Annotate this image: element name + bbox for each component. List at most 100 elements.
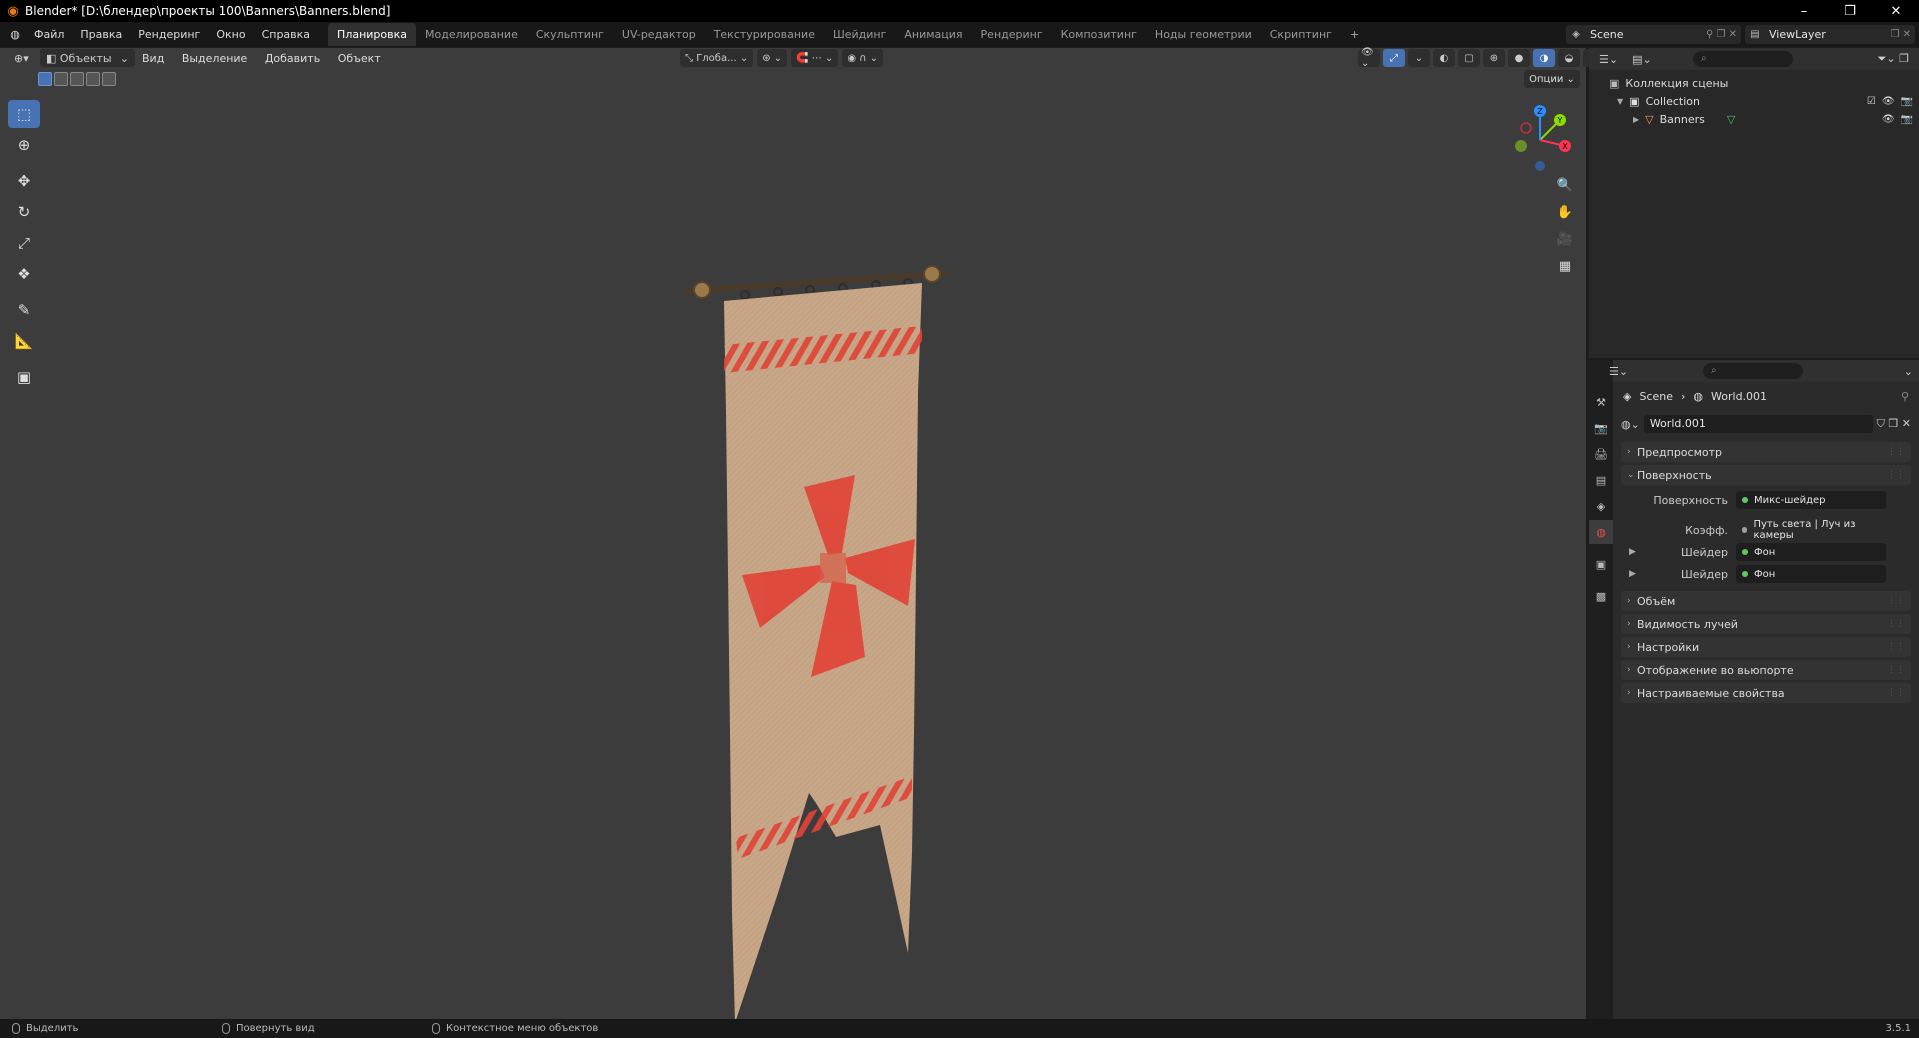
solid-shading[interactable]: ●	[1508, 49, 1530, 67]
rotate-tool-icon[interactable]: ↻	[8, 198, 40, 226]
panel-ray-visibility[interactable]: › Видимость лучей ⋮⋮	[1621, 614, 1911, 634]
tab-compositing[interactable]: Композитинг	[1052, 23, 1146, 46]
panel-settings[interactable]: › Настройки ⋮⋮	[1621, 637, 1911, 657]
transform-tool-icon[interactable]: ❖	[8, 260, 40, 288]
shader2-field[interactable]: Фон	[1736, 565, 1886, 583]
tab-scripting[interactable]: Скриптинг	[1261, 23, 1341, 46]
factor-field[interactable]: Путь света | Луч из камеры	[1736, 519, 1886, 541]
expand-right-icon[interactable]: ▶	[1629, 569, 1636, 579]
mode-selector[interactable]: ◧ Объекты ⌄	[40, 49, 135, 67]
tab-uv-editing[interactable]: UV-редактор	[613, 23, 705, 46]
menu-add[interactable]: Добавить	[258, 52, 327, 65]
gizmo-toggle[interactable]: ⤢	[1383, 49, 1405, 67]
gizmo-dropdown[interactable]: ⌄	[1408, 49, 1430, 67]
breadcrumb-scene[interactable]: Scene	[1639, 390, 1673, 403]
neg-z-axis-handle[interactable]	[1535, 161, 1545, 171]
tab-shading[interactable]: Шейдинг	[824, 23, 895, 46]
tab-rendering[interactable]: Рендеринг	[972, 23, 1052, 46]
navigation-gizmo[interactable]: Z Y X	[1500, 98, 1580, 178]
panel-volume[interactable]: › Объём ⋮⋮	[1621, 591, 1911, 611]
menu-file[interactable]: Файл	[26, 22, 72, 47]
menu-render[interactable]: Рендеринг	[130, 22, 208, 47]
annotate-tool-icon[interactable]: ✎	[8, 296, 40, 324]
world-datablock-field[interactable]: ◍⌄ World.001 ⛉ ❐ ✕	[1621, 414, 1911, 434]
proportional-editing[interactable]: ◉ ∩ ⌄	[842, 49, 884, 67]
tab-geometry-nodes[interactable]: Ноды геометрии	[1146, 23, 1261, 46]
menu-window[interactable]: Окно	[208, 22, 253, 47]
outliner-editor-icon[interactable]: ☰⌄	[1599, 53, 1618, 66]
overlay-toggle[interactable]: ◐	[1433, 49, 1455, 67]
properties-editor-icon[interactable]: ☰⌄	[1609, 365, 1628, 378]
measure-tool-icon[interactable]: 📐	[8, 327, 40, 355]
rendered-shading[interactable]: ◒	[1558, 49, 1580, 67]
minimize-button[interactable]: –	[1781, 0, 1827, 22]
scale-tool-icon[interactable]: ⤢	[8, 229, 40, 257]
maximize-button[interactable]: ❐	[1827, 0, 1873, 22]
add-cube-tool-icon[interactable]: ▣	[8, 363, 40, 391]
neg-y-axis-handle[interactable]	[1515, 140, 1527, 152]
expand-right-icon[interactable]: ▶	[1633, 115, 1639, 124]
camera-render-icon[interactable]: 📷	[1901, 96, 1913, 107]
outliner-collection-row[interactable]: ▼ ▣ Collection ☑ 👁 📷	[1589, 92, 1919, 110]
checkbox-icon[interactable]: ☑	[1867, 96, 1876, 107]
select-extend-icon[interactable]	[54, 72, 68, 86]
panel-preview[interactable]: › Предпросмотр ⋮⋮	[1621, 442, 1911, 462]
select-new-icon[interactable]	[38, 72, 52, 86]
snap-toggle[interactable]: 🧲 ⋯ ⌄	[791, 49, 839, 67]
options-dropdown[interactable]: Опции ⌄	[1524, 70, 1580, 88]
panel-viewport-display[interactable]: › Отображение во вьюпорте ⋮⋮	[1621, 660, 1911, 680]
viewlayer-actions-icon[interactable]: ❐ ✕	[1886, 29, 1915, 40]
eye-icon[interactable]: 👁	[1882, 96, 1895, 107]
drag-handle-icon[interactable]: ⋮⋮	[1887, 665, 1905, 675]
wireframe-shading[interactable]: ⊕	[1483, 49, 1505, 67]
add-workspace-button[interactable]: +	[1341, 23, 1368, 46]
menu-view[interactable]: Вид	[135, 52, 171, 65]
xray-toggle[interactable]: ▢	[1458, 49, 1480, 67]
select-invert-icon[interactable]	[86, 72, 100, 86]
3d-viewport[interactable]: ⊕▾ ◧ Объекты ⌄ Вид Выделение Добавить Об…	[0, 47, 1605, 1023]
world-tab-icon[interactable]: ◍	[1589, 520, 1613, 544]
drag-handle-icon[interactable]: ⋮⋮	[1887, 619, 1905, 629]
tab-modeling[interactable]: Моделирование	[416, 23, 527, 46]
drag-handle-icon[interactable]: ⋮⋮	[1887, 688, 1905, 698]
menu-edit[interactable]: Правка	[72, 22, 130, 47]
tab-layout[interactable]: Планировка	[328, 23, 417, 46]
drag-handle-icon[interactable]: ⋮⋮	[1887, 470, 1905, 480]
collection-tab-icon[interactable]: ▣	[1589, 552, 1613, 576]
select-box-tool-icon[interactable]: ⬚	[8, 100, 40, 128]
banner-object[interactable]	[670, 213, 960, 1038]
drag-handle-icon[interactable]: ⋮⋮	[1887, 642, 1905, 652]
outliner-scene-collection[interactable]: ▣ Коллекция сцены	[1589, 74, 1919, 92]
surface-shader-field[interactable]: Микс-шейдер	[1736, 491, 1886, 509]
select-subtract-icon[interactable]	[70, 72, 84, 86]
pin-icon[interactable]: ⚲ ❐ ✕	[1702, 29, 1741, 40]
world-name-input[interactable]: World.001	[1643, 415, 1873, 433]
breadcrumb-world[interactable]: World.001	[1711, 390, 1767, 403]
panel-custom-properties[interactable]: › Настраиваемые свойства ⋮⋮	[1621, 683, 1911, 703]
close-button[interactable]: ✕	[1873, 0, 1919, 22]
mesh-data-icon[interactable]: ▽	[1727, 113, 1735, 126]
render-tab-icon[interactable]: 📷	[1589, 416, 1613, 440]
view-layer-tab-icon[interactable]: ▤	[1589, 468, 1613, 492]
tab-animation[interactable]: Анимация	[895, 23, 971, 46]
camera-icon[interactable]: 🎥	[1553, 227, 1577, 251]
texture-tab-icon[interactable]: ▩	[1589, 584, 1613, 608]
drag-handle-icon[interactable]: ⋮⋮	[1887, 447, 1905, 457]
pivot-point[interactable]: ⊛ ⌄	[757, 49, 788, 67]
properties-options-icon[interactable]: ⌄	[1904, 365, 1913, 378]
scene-selector[interactable]: ◈ Scene ⚲ ❐ ✕	[1566, 25, 1741, 44]
tab-sculpting[interactable]: Скульптинг	[527, 23, 613, 46]
grid-perspective-icon[interactable]: ▦	[1553, 254, 1577, 278]
panel-surface[interactable]: ⌄ Поверхность ⋮⋮	[1621, 465, 1911, 485]
move-tool-icon[interactable]: ✥	[8, 167, 40, 195]
camera-render-icon[interactable]: 📷	[1901, 114, 1913, 125]
expand-down-icon[interactable]: ▼	[1617, 97, 1623, 106]
scene-tab-icon[interactable]: ◈	[1589, 494, 1613, 518]
outliner-search-input[interactable]: ⌕	[1693, 51, 1793, 67]
tab-texture-paint[interactable]: Текстурирование	[705, 23, 824, 46]
pin-icon[interactable]: ⚲	[1901, 390, 1909, 403]
drag-handle-icon[interactable]: ⋮⋮	[1887, 596, 1905, 606]
eye-icon[interactable]: 👁	[1882, 114, 1895, 125]
select-intersect-icon[interactable]	[102, 72, 116, 86]
outliner-object-row[interactable]: ▶ ▽ Banners ▽ 👁 📷	[1589, 110, 1919, 128]
